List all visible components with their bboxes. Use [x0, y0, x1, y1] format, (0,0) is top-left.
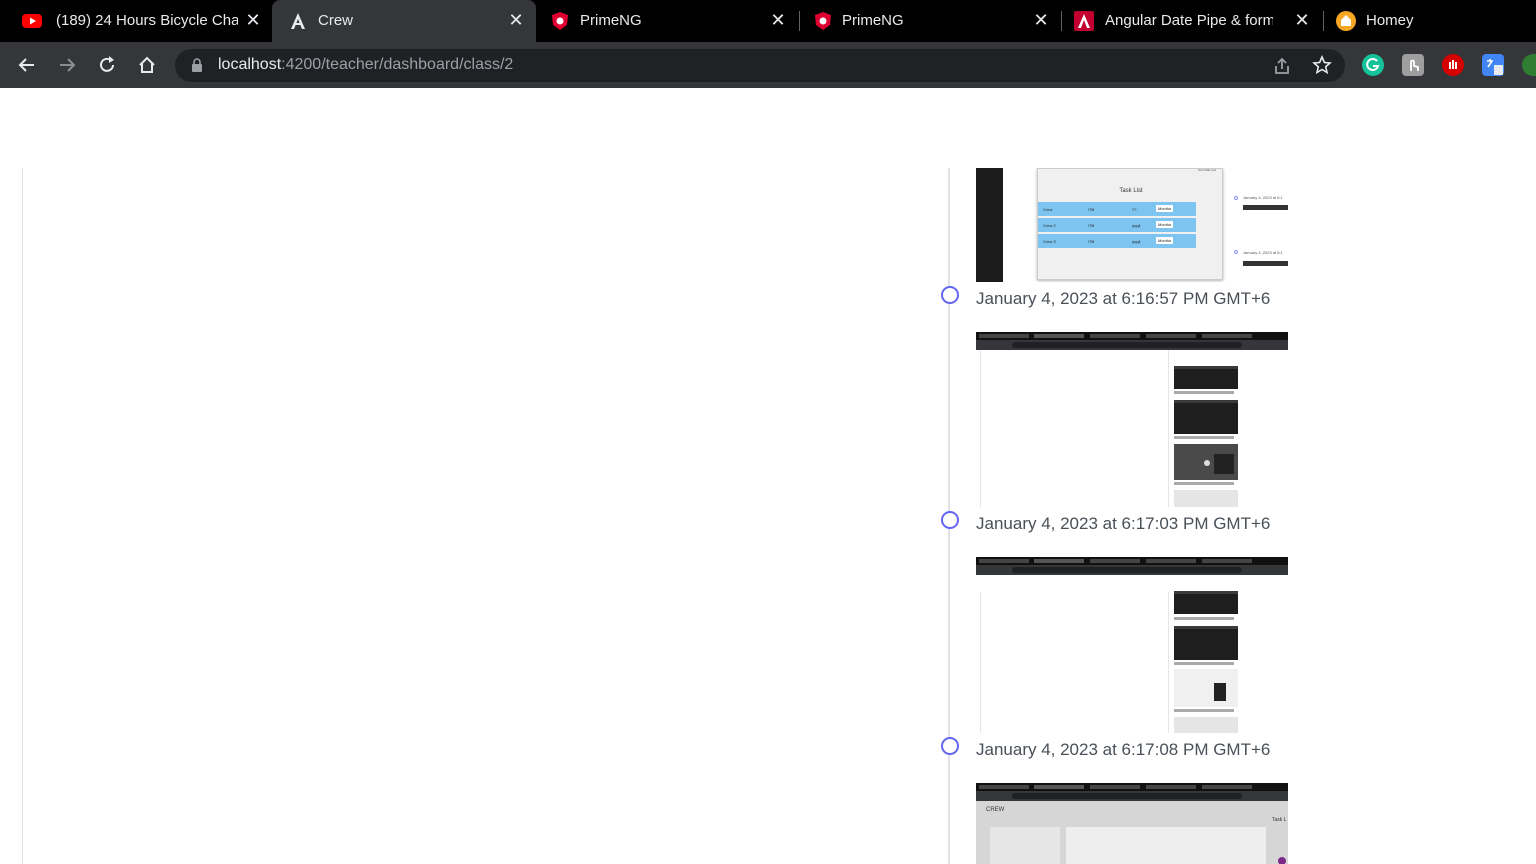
- timeline-marker: [941, 511, 959, 529]
- home-icon: [139, 56, 155, 73]
- close-tab-icon[interactable]: ✕: [243, 10, 263, 30]
- tab-crew[interactable]: Crew ✕: [272, 0, 536, 42]
- arrow-left-icon: [18, 58, 34, 72]
- task-row: Crew ITB ?? Monitor: [1038, 202, 1196, 216]
- tab-homey[interactable]: Homey: [1324, 0, 1536, 42]
- close-tab-icon[interactable]: ✕: [1031, 10, 1051, 30]
- task-list-card: Task List Crew ITB ?? Monitor Crew 2 ITB…: [1037, 168, 1223, 280]
- thumb-corner-label: Sort Mahmud: [1198, 168, 1217, 172]
- reload-button[interactable]: [95, 53, 119, 77]
- share-icon[interactable]: [1272, 56, 1292, 76]
- arrow-right-icon: [60, 58, 76, 72]
- youtube-icon: [22, 14, 42, 28]
- thumb-side-stamp: January 4, 2023 at 6:1: [1243, 195, 1283, 200]
- grammarly-extension-icon[interactable]: [1362, 54, 1384, 76]
- tab-title: Crew: [318, 12, 354, 29]
- thumb-brand: CREW: [986, 807, 1005, 813]
- timeline-timestamp: January 4, 2023 at 6:17:03 PM GMT+6: [976, 514, 1271, 533]
- tab-angular-date-pipe[interactable]: Angular Date Pipe & forma ✕: [1062, 0, 1324, 42]
- timeline-screenshot[interactable]: Task List Crew ITB ?? Monitor Crew 2 ITB…: [976, 168, 1288, 282]
- task-list-title: Task List: [1119, 188, 1143, 194]
- primeng-shield-icon: [815, 12, 831, 30]
- timeline-screenshot[interactable]: [976, 332, 1288, 507]
- tab-primeng-1[interactable]: PrimeNG ✕: [536, 0, 798, 42]
- timeline-timestamp: January 4, 2023 at 6:17:08 PM GMT+6: [976, 740, 1271, 759]
- tab-youtube[interactable]: (189) 24 Hours Bicycle Chall ✕: [0, 0, 272, 42]
- timeline-marker: [941, 286, 959, 304]
- timeline-timestamp: January 4, 2023 at 6:16:57 PM GMT+6: [976, 289, 1271, 308]
- panel-border: [22, 168, 23, 864]
- close-tab-icon[interactable]: ✕: [1292, 10, 1312, 30]
- homey-icon: [1336, 11, 1356, 31]
- url-path: :4200/teacher/dashboard/class/2: [281, 56, 514, 73]
- primeng-shield-icon: [552, 12, 568, 30]
- adblock-extension-icon[interactable]: [1442, 54, 1464, 76]
- tab-title: Angular Date Pipe & forma: [1105, 12, 1273, 29]
- angular-icon: [291, 13, 305, 29]
- back-button[interactable]: [15, 53, 39, 77]
- task-row: Crew 2 ITB qqq1 Monitor: [1038, 218, 1196, 232]
- angular-wiki-icon: [1074, 11, 1094, 31]
- task-row: Crew 3 ITB qqq1 Monitor: [1038, 234, 1196, 248]
- tab-title: Homey: [1366, 12, 1414, 29]
- tab-strip: (189) 24 Hours Bicycle Chall ✕ Crew ✕ Pr…: [0, 0, 1536, 42]
- thumb-side-stamp: January 4, 2023 at 6:1: [1243, 250, 1283, 255]
- tab-primeng-2[interactable]: PrimeNG ✕: [800, 0, 1062, 42]
- page-body: [0, 88, 1536, 864]
- google-translate-extension-icon[interactable]: [1482, 54, 1504, 76]
- reload-icon: [100, 56, 114, 72]
- timeline-screenshot[interactable]: [976, 557, 1288, 733]
- url-host: localhost: [218, 56, 282, 73]
- thumb-task-header: Task L: [1272, 817, 1287, 823]
- forward-button[interactable]: [55, 53, 79, 77]
- close-tab-icon[interactable]: ✕: [506, 10, 526, 30]
- tab-title: (189) 24 Hours Bicycle Chall: [56, 12, 238, 29]
- tab-title: PrimeNG: [842, 12, 904, 29]
- url-text[interactable]: localhost:4200/teacher/dashboard/class/2: [218, 56, 513, 74]
- timeline-screenshot[interactable]: CREW Task L: [976, 783, 1288, 864]
- lock-icon[interactable]: [191, 58, 203, 73]
- touch-extension-icon[interactable]: [1402, 54, 1424, 76]
- bookmark-star-icon[interactable]: [1312, 55, 1332, 75]
- home-button[interactable]: [135, 53, 159, 77]
- timeline-marker: [941, 737, 959, 755]
- close-tab-icon[interactable]: ✕: [768, 10, 788, 30]
- tab-title: PrimeNG: [580, 12, 642, 29]
